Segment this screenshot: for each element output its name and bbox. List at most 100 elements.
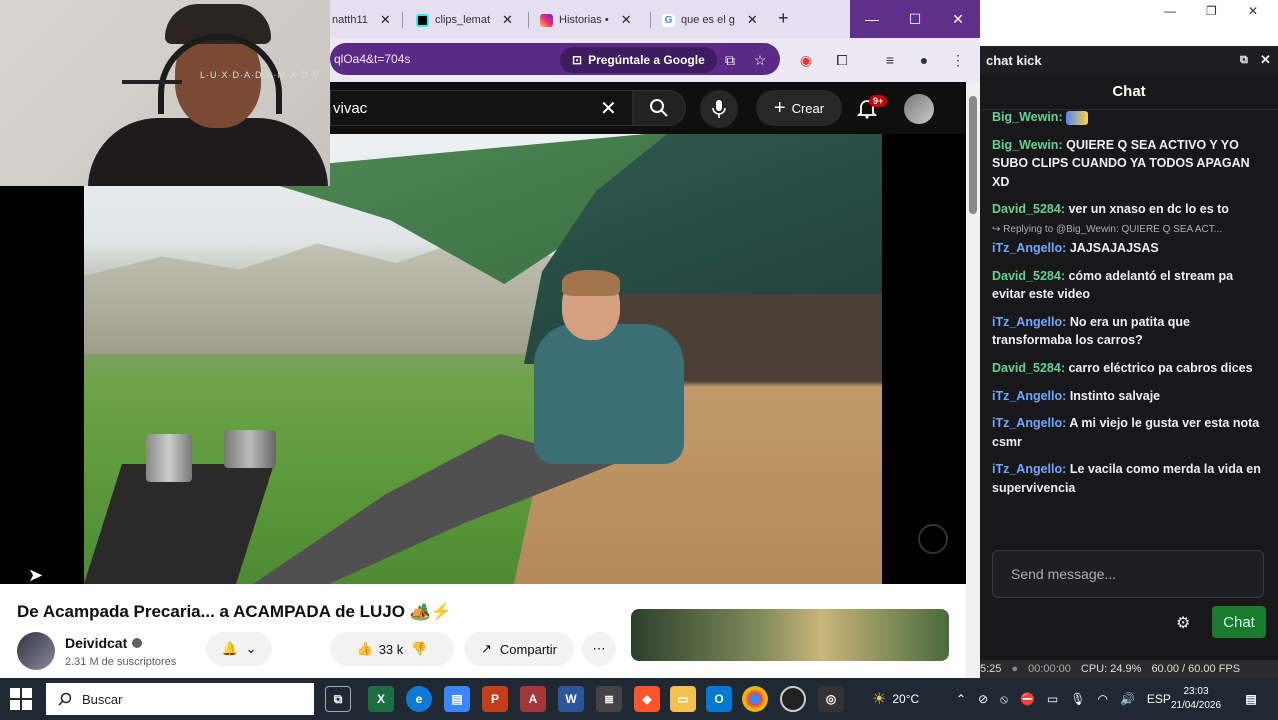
tray-app-icon[interactable]: ⦸ xyxy=(1000,692,1008,707)
recommended-video-thumbnail[interactable] xyxy=(631,609,949,661)
account-avatar[interactable] xyxy=(904,94,934,124)
app-icon[interactable]: ◎ xyxy=(818,686,844,712)
maximize-button[interactable]: ☐ xyxy=(893,0,937,38)
chat-username[interactable]: iTz_Angello: xyxy=(992,462,1066,476)
tray-app-icon[interactable]: ⛔ xyxy=(1020,692,1035,706)
wifi-icon[interactable]: ◠ xyxy=(1097,692,1107,706)
search-icon xyxy=(58,692,72,706)
google-icon: G xyxy=(662,13,675,27)
windows-start-icon[interactable] xyxy=(10,688,32,710)
plus-icon: + xyxy=(773,96,786,119)
chat-input-placeholder: Send message... xyxy=(1011,566,1117,582)
channel-watermark-icon[interactable] xyxy=(918,524,948,554)
weather-widget[interactable]: ☀ 20°C xyxy=(872,678,919,720)
record-status-icon: ● xyxy=(1011,663,1019,675)
close-button[interactable]: ✕ xyxy=(936,0,980,38)
file-explorer-icon[interactable]: ▭ xyxy=(670,686,696,712)
tab-separator xyxy=(650,12,651,28)
extensions-icon[interactable]: ⧠ xyxy=(832,50,852,70)
microphone-icon[interactable]: 🎙 xyxy=(1070,692,1085,706)
outlook-icon[interactable]: O xyxy=(706,686,732,712)
obs-icon[interactable] xyxy=(780,686,806,712)
brave-icon[interactable]: ◆ xyxy=(634,686,660,712)
chat-username[interactable]: iTz_Angello: xyxy=(992,315,1066,329)
chat-send-button[interactable]: Chat xyxy=(1212,606,1266,638)
ask-google-button[interactable]: ⊡ Pregúntale a Google xyxy=(560,47,717,73)
tab-natth11[interactable]: natth11 ✕ xyxy=(326,6,397,34)
thumbs-up-icon: 👍 xyxy=(356,641,373,656)
webcam-watermark: L·U·X·D·A·D·A·M·X·D·D xyxy=(200,70,320,80)
close-tab-icon[interactable]: ✕ xyxy=(747,12,758,28)
taskbar-search-input[interactable]: Buscar xyxy=(46,683,314,715)
chat-username[interactable]: iTz_Angello: xyxy=(992,389,1066,403)
tab-google[interactable]: G que es el g ✕ xyxy=(656,6,764,34)
subscribe-notifications-button[interactable]: 🔔 ⌄ xyxy=(206,632,272,666)
media-controls-icon[interactable]: ≡ xyxy=(880,50,900,70)
chat-message: David_5284: carro eléctrico pa cabros di… xyxy=(992,359,1264,378)
powerpoint-icon[interactable]: P xyxy=(482,686,508,712)
edge-icon[interactable]: e xyxy=(406,686,432,712)
word-icon[interactable]: W xyxy=(558,686,584,712)
more-horizontal-icon: ⋯ xyxy=(592,641,606,656)
notepad-icon[interactable]: ≣ xyxy=(596,686,622,712)
create-button[interactable]: + Crear xyxy=(756,90,842,126)
like-button[interactable]: 👍 33 k xyxy=(357,641,404,657)
voice-search-button[interactable] xyxy=(700,90,738,128)
chat-text: ver un xnaso en dc lo es to xyxy=(1068,202,1229,217)
chat-username[interactable]: David_5284: xyxy=(992,202,1065,216)
new-tab-button[interactable]: + xyxy=(778,8,789,29)
channel-name-row[interactable]: Deividcat xyxy=(65,635,143,651)
chat-username[interactable]: Big_Wewin: xyxy=(992,138,1063,152)
tab-clips[interactable]: clips_lemat ✕ xyxy=(410,6,519,34)
chat-username[interactable]: David_5284: xyxy=(992,361,1065,375)
task-view-icon[interactable]: ⧉ xyxy=(325,686,351,712)
battery-icon[interactable]: ▭ xyxy=(1047,692,1058,706)
gear-icon[interactable]: ⚙ xyxy=(1176,613,1190,633)
restore-button[interactable]: ❐ xyxy=(1206,4,1217,18)
profile-avatar[interactable]: ● xyxy=(914,50,934,70)
clock-time: 23:03 xyxy=(1183,686,1209,697)
channel-avatar[interactable] xyxy=(17,632,55,670)
obs-status-bar: 5:25 ● 00:00:00 CPU: 24.9% 60.00 / 60.00… xyxy=(980,660,1278,678)
chat-username[interactable]: iTz_Angello: xyxy=(992,241,1066,255)
chat-username[interactable]: Big_Wewin: xyxy=(992,110,1063,124)
access-icon[interactable]: A xyxy=(520,686,546,712)
minimize-button[interactable]: — xyxy=(850,0,894,38)
record-icon[interactable]: ◉ xyxy=(796,50,816,70)
chat-username[interactable]: iTz_Angello: xyxy=(992,416,1066,430)
minimize-button[interactable]: — xyxy=(1164,4,1176,18)
undock-icon[interactable]: ⧉ xyxy=(1240,54,1248,67)
more-menu-icon[interactable]: ⋮ xyxy=(948,50,968,70)
chat-message: iTz_Angello: No era un patita que transf… xyxy=(992,313,1264,350)
install-icon[interactable]: ⧉ xyxy=(720,50,740,70)
bookmark-star-icon[interactable]: ☆ xyxy=(750,50,770,70)
share-button[interactable]: ↗ Compartir xyxy=(464,632,574,666)
close-button[interactable]: ✕ xyxy=(1248,4,1258,18)
create-label: Crear xyxy=(791,100,825,116)
scrollbar-thumb[interactable] xyxy=(969,96,977,214)
volume-icon[interactable]: 🔊 xyxy=(1120,692,1135,706)
like-dislike-group: 👍 33 k 👎 xyxy=(330,632,454,666)
dislike-button[interactable]: 👎 xyxy=(411,641,427,657)
close-dock-icon[interactable]: ✕ xyxy=(1260,52,1271,68)
more-actions-button[interactable]: ⋯ xyxy=(582,632,616,666)
close-tab-icon[interactable]: ✕ xyxy=(621,12,632,28)
chrome-icon[interactable] xyxy=(742,686,768,712)
clear-search-icon[interactable]: ✕ xyxy=(600,96,617,121)
close-tab-icon[interactable]: ✕ xyxy=(502,12,513,28)
store-icon[interactable]: ▤ xyxy=(444,686,470,712)
notifications-icon[interactable]: ▤ xyxy=(1238,686,1264,712)
video-player[interactable] xyxy=(0,134,966,584)
chat-message-list[interactable]: Big_Wewin: Big_Wewin: QUIERE Q SEA ACTIV… xyxy=(992,108,1264,507)
search-input[interactable]: vivac xyxy=(330,90,635,126)
chevron-up-icon[interactable]: ⌃ xyxy=(956,692,966,706)
chat-message-input[interactable]: Send message... xyxy=(992,550,1264,598)
page-scrollbar[interactable] xyxy=(966,82,980,678)
taskbar-clock[interactable]: 23:03 21/04/2026 xyxy=(1168,685,1224,713)
excel-icon[interactable]: X xyxy=(368,686,394,712)
tray-app-icon[interactable]: ⊘ xyxy=(978,692,988,706)
tab-historias[interactable]: Historias • ✕ xyxy=(534,6,638,34)
chat-username[interactable]: David_5284: xyxy=(992,269,1065,283)
search-button[interactable] xyxy=(632,90,686,126)
close-tab-icon[interactable]: ✕ xyxy=(380,12,391,28)
